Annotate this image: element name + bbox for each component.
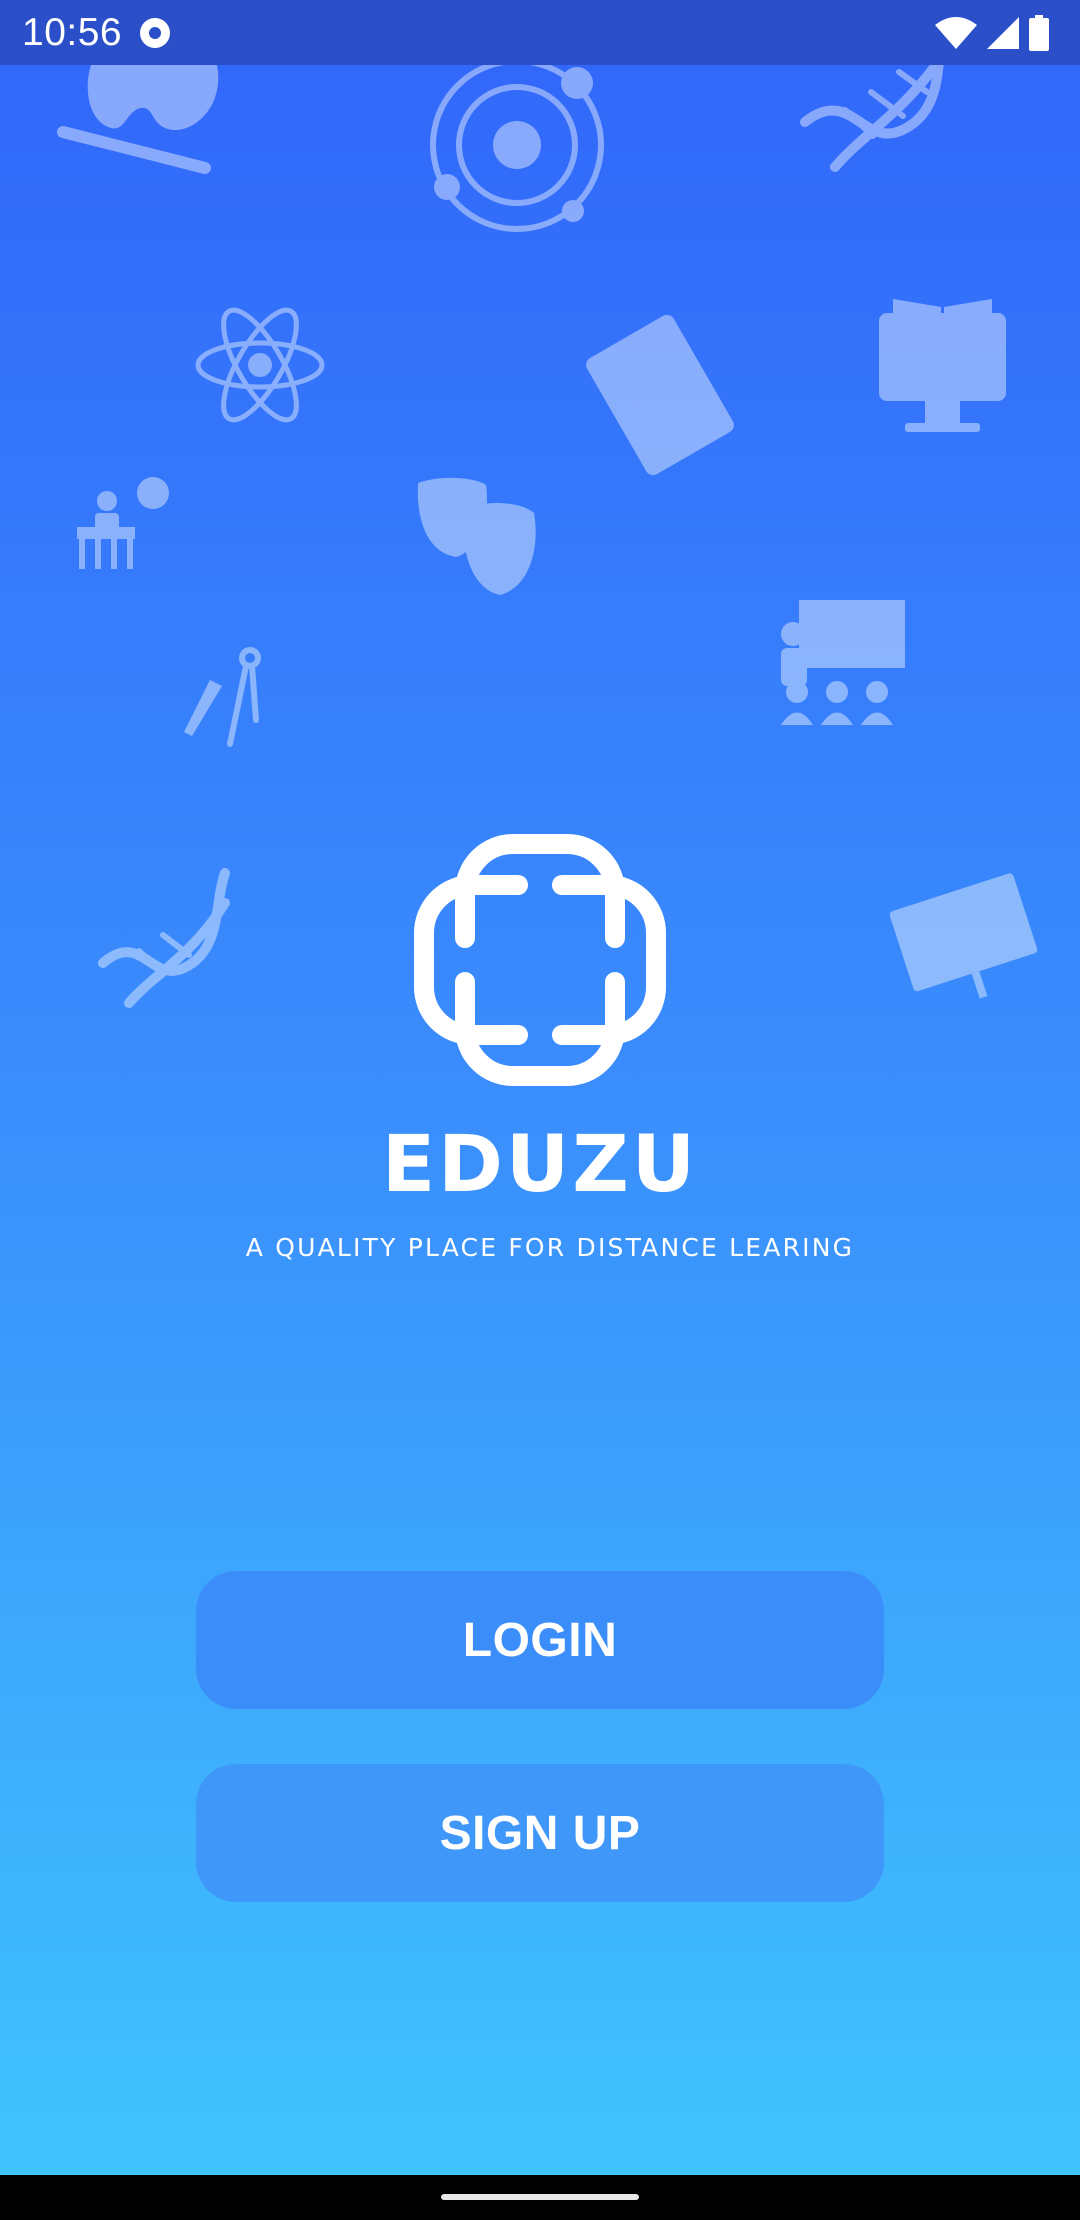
- dna-icon: [98, 868, 230, 1008]
- graduation-presentation-icon: [890, 873, 1038, 999]
- compass-pen-icon: [184, 647, 261, 747]
- cell-signal-icon: [987, 17, 1019, 49]
- welcome-screen: 10:56 EDUZU A QUALITY PLACE FOR DISTANCE…: [0, 0, 1080, 2220]
- teacher-classroom-icon: [781, 600, 905, 725]
- status-time: 10:56: [22, 11, 123, 54]
- wifi-icon: [935, 17, 977, 49]
- navigation-bar: [0, 2175, 1080, 2220]
- monitor-book-icon: [879, 299, 1006, 432]
- theater-masks-icon: [417, 477, 536, 595]
- solar-system-icon: [430, 58, 604, 232]
- sync-icon: [140, 18, 170, 48]
- home-gesture-handle[interactable]: [441, 2194, 639, 2200]
- status-bar: 10:56: [0, 0, 1080, 65]
- sign-up-button[interactable]: SIGN UP: [196, 1764, 884, 1902]
- app-tagline: A QUALITY PLACE FOR DISTANCE LEARING: [245, 1233, 855, 1262]
- eduzu-logo-icon: [414, 834, 666, 1086]
- app-title: EDUZU: [381, 1120, 699, 1210]
- battery-icon: [1029, 15, 1049, 51]
- status-icons: [934, 14, 1050, 52]
- atom-icon: [195, 307, 325, 423]
- login-button[interactable]: LOGIN: [196, 1571, 884, 1709]
- student-question-icon: [77, 477, 169, 569]
- tablet-document-icon: [586, 314, 734, 476]
